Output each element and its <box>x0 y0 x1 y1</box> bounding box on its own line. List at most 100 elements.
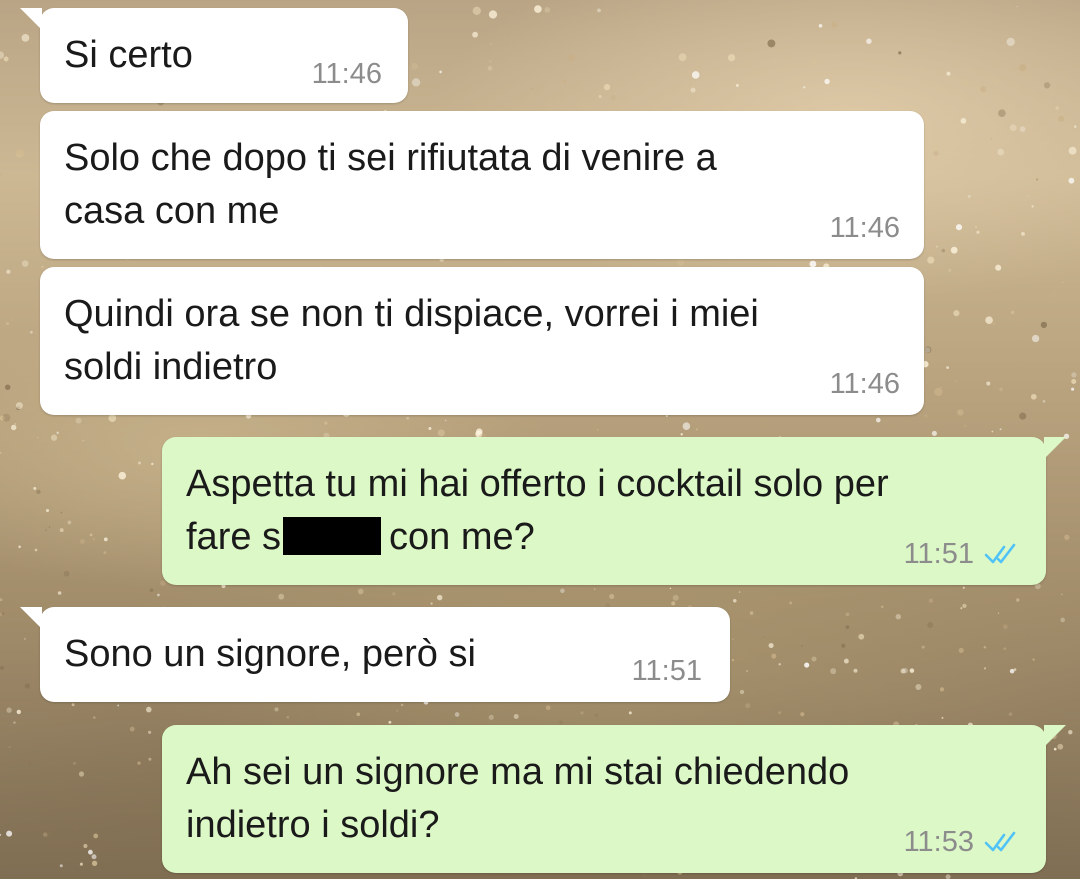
sand-sparkle <box>946 366 949 369</box>
sand-sparkle <box>4 384 11 390</box>
sand-sparkle <box>763 636 765 638</box>
sand-sparkle <box>4 96 7 100</box>
sand-sparkle <box>997 612 1000 614</box>
sand-sparkle <box>958 647 964 653</box>
sand-sparkle <box>1030 393 1037 400</box>
message-text-segment: fare s <box>186 516 282 558</box>
sand-sparkle <box>931 430 937 436</box>
sand-sparkle <box>983 645 987 649</box>
sand-sparkle <box>472 6 481 15</box>
sand-sparkle <box>866 38 872 44</box>
sand-sparkle <box>1031 205 1034 208</box>
message-bubble-incoming[interactable]: Solo che dopo ti sei rifiutata di venire… <box>40 111 924 259</box>
sand-sparkle <box>400 703 404 707</box>
sand-sparkle <box>960 607 963 610</box>
sand-sparkle <box>1071 387 1075 391</box>
sand-sparkle <box>992 322 996 326</box>
sand-sparkle <box>900 668 906 674</box>
sand-sparkle <box>597 8 601 13</box>
sand-sparkle <box>678 53 687 62</box>
sand-sparkle <box>1071 378 1077 385</box>
sand-sparkle <box>593 588 596 590</box>
sand-sparkle <box>16 709 21 715</box>
sand-sparkle <box>1016 5 1018 8</box>
sand-sparkle <box>83 843 88 849</box>
sand-sparkle <box>771 653 777 659</box>
sand-sparkle <box>841 643 846 648</box>
sand-sparkle <box>147 730 152 734</box>
sand-sparkle <box>63 570 70 577</box>
sand-sparkle <box>0 612 2 617</box>
message-bubble-incoming[interactable]: Quindi ora se non ti dispiace, vorrei i … <box>40 267 924 415</box>
sand-sparkle <box>1021 232 1025 236</box>
message-line: Si certo <box>64 34 193 76</box>
sand-sparkle <box>488 714 494 720</box>
sand-sparkle <box>745 669 749 673</box>
sand-sparkle <box>41 265 44 269</box>
sand-sparkle <box>946 71 951 76</box>
sand-sparkle <box>853 668 858 673</box>
message-meta: 11:51 <box>904 539 1024 569</box>
sand-sparkle <box>603 83 611 91</box>
sand-sparkle <box>138 461 141 465</box>
sand-sparkle <box>669 587 672 590</box>
message-bubble-incoming[interactable]: Si certo 11:46 <box>20 8 408 103</box>
sand-sparkle <box>59 528 64 533</box>
sand-sparkle <box>79 862 83 866</box>
sand-sparkle <box>88 849 93 855</box>
sand-sparkle <box>45 529 47 531</box>
sand-sparkle <box>411 62 419 70</box>
message-bubble-outgoing[interactable]: Aspetta tu mi hai offerto i cocktail sol… <box>162 437 1066 585</box>
sand-sparkle <box>50 434 58 441</box>
sand-sparkle <box>75 417 82 424</box>
sand-sparkle <box>278 593 285 600</box>
sand-sparkle <box>534 5 542 13</box>
sand-sparkle <box>105 802 108 804</box>
sand-sparkle <box>609 593 615 600</box>
sand-sparkle <box>80 439 84 443</box>
sand-sparkle <box>1006 37 1015 47</box>
sand-sparkle <box>1068 146 1077 155</box>
sand-sparkle <box>1052 128 1055 131</box>
message-text: Ah sei un signore ma mi stai chiedendo i… <box>186 746 849 852</box>
sand-sparkle <box>1031 334 1040 343</box>
sand-sparkle <box>1009 124 1017 132</box>
sand-sparkle <box>948 268 952 273</box>
sand-sparkle <box>768 642 774 649</box>
sand-sparkle <box>672 594 679 601</box>
sand-sparkle <box>559 720 563 724</box>
message-timestamp: 11:53 <box>903 826 974 858</box>
message-meta: 11:51 <box>632 656 702 686</box>
message-timestamp: 11:51 <box>631 655 702 687</box>
sand-sparkle <box>1002 624 1008 630</box>
sand-sparkle <box>923 413 929 419</box>
sand-sparkle <box>396 709 399 712</box>
sand-sparkle <box>962 80 969 87</box>
sand-sparkle <box>10 424 17 431</box>
sand-sparkle <box>596 429 599 431</box>
message-text: Quindi ora se non ti dispiace, vorrei i … <box>64 288 759 394</box>
sand-sparkle <box>800 644 803 647</box>
sand-sparkle <box>999 387 1003 392</box>
sand-sparkle <box>610 94 616 100</box>
sand-sparkle <box>811 656 817 662</box>
sand-sparkle <box>388 720 392 724</box>
sand-sparkle <box>671 601 676 606</box>
sand-sparkle <box>488 10 498 19</box>
message-bubble-outgoing[interactable]: Ah sei un signore ma mi stai chiedendo i… <box>162 725 1066 873</box>
sand-sparkle <box>36 489 41 495</box>
sand-sparkle <box>1071 372 1077 378</box>
sand-sparkle <box>682 422 691 430</box>
sand-sparkle <box>1035 178 1039 181</box>
sand-sparkle <box>738 591 741 593</box>
redaction-block <box>283 517 382 555</box>
sand-sparkle <box>531 88 534 90</box>
sand-sparkle <box>967 194 971 198</box>
sand-sparkle <box>680 433 683 436</box>
sand-sparkle <box>1061 593 1063 595</box>
sand-sparkle <box>1068 730 1073 735</box>
message-bubble-incoming[interactable]: Sono un signore, però si 11:51 <box>20 607 730 702</box>
sand-sparkle <box>945 874 951 879</box>
sand-sparkle <box>1032 658 1035 661</box>
sand-sparkle <box>357 588 364 595</box>
